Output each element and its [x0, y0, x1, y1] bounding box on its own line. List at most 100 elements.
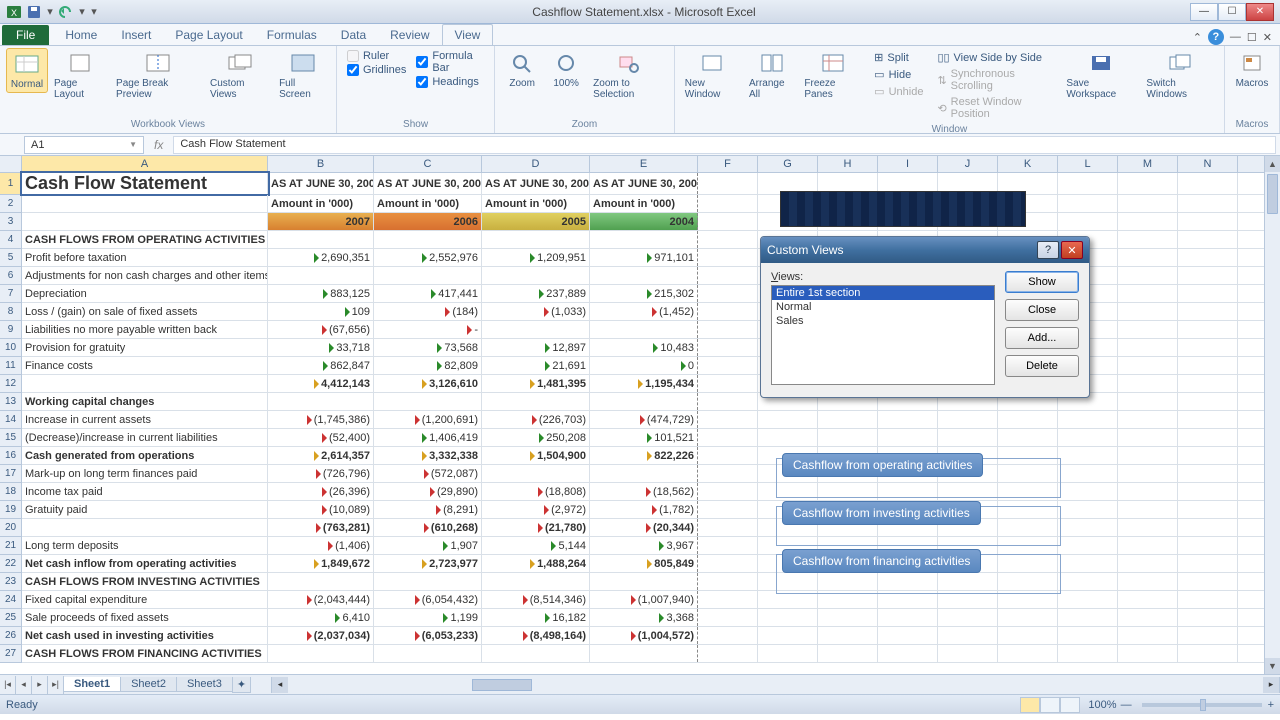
select-all-cell[interactable] — [0, 156, 22, 173]
minimize-button[interactable]: — — [1190, 3, 1218, 21]
horizontal-scrollbar[interactable]: ◂ ▸ — [271, 677, 1280, 693]
hscroll-thumb[interactable] — [472, 679, 532, 691]
tab-view[interactable]: View — [442, 24, 494, 45]
show-button[interactable]: Show — [1005, 271, 1079, 293]
add-button[interactable]: Add... — [1005, 327, 1079, 349]
ribbon: Normal Page Layout Page Break Preview Cu… — [0, 46, 1280, 134]
sheet-tab-2[interactable]: Sheet2 — [120, 677, 177, 692]
zoom-to-selection-button[interactable]: Zoom to Selection — [589, 48, 668, 102]
new-window-button[interactable]: New Window — [681, 48, 743, 102]
tab-insert[interactable]: Insert — [109, 25, 163, 45]
zoom-100-button[interactable]: 100% — [545, 48, 587, 91]
page-layout-view-icon[interactable] — [1040, 697, 1060, 713]
row-headers[interactable]: 1234567891011121314151617181920212223242… — [0, 173, 22, 674]
view-option-0[interactable]: Entire 1st section — [772, 286, 994, 300]
freeze-panes-button[interactable]: Freeze Panes — [800, 48, 866, 102]
shape-button-2[interactable]: Cashflow from investing activities — [782, 501, 981, 525]
qat-customize-icon[interactable]: ▾ — [90, 5, 98, 19]
status-bar: Ready 100% — + — [0, 694, 1280, 714]
zoom-slider[interactable] — [1142, 703, 1262, 707]
page-break-preview-button[interactable]: Page Break Preview — [112, 48, 204, 102]
vscroll-thumb[interactable] — [1267, 174, 1278, 214]
status-text: Ready — [6, 699, 38, 711]
group-window: New Window Arrange All Freeze Panes ⊞ Sp… — [675, 46, 1225, 133]
column-headers[interactable]: ABCDEFGHIJKLMN — [22, 156, 1280, 173]
custom-views-button[interactable]: Custom Views — [206, 48, 273, 102]
scroll-up-icon[interactable]: ▲ — [1265, 156, 1280, 172]
file-tab[interactable]: File — [2, 25, 49, 45]
save-icon[interactable] — [26, 4, 42, 20]
qat-dropdown-2[interactable]: ▾ — [78, 5, 86, 19]
dialog-titlebar[interactable]: Custom Views ? ✕ — [761, 237, 1089, 263]
tab-review[interactable]: Review — [378, 25, 441, 45]
vertical-scrollbar[interactable]: ▲ ▼ — [1264, 156, 1280, 674]
doc-close-icon[interactable]: ✕ — [1263, 31, 1272, 44]
excel-icon: X — [6, 4, 22, 20]
help-icon[interactable]: ? — [1208, 29, 1224, 45]
hide-button[interactable]: ▭ Hide — [872, 67, 925, 82]
view-option-2[interactable]: Sales — [772, 314, 994, 328]
tab-data[interactable]: Data — [329, 25, 378, 45]
views-label: Views: — [771, 271, 995, 283]
formula-bar: A1▼ fx Cash Flow Statement — [0, 134, 1280, 156]
minimize-ribbon-icon[interactable]: ⌃ — [1193, 31, 1202, 44]
normal-view-icon[interactable] — [1020, 697, 1040, 713]
doc-restore-icon[interactable]: ☐ — [1247, 31, 1257, 44]
tab-page-layout[interactable]: Page Layout — [163, 25, 254, 45]
sheet-tab-bar: |◂ ◂ ▸ ▸| Sheet1 Sheet2 Sheet3 ✦ ◂ ▸ — [0, 674, 1280, 694]
tab-home[interactable]: Home — [53, 25, 109, 45]
normal-view-button[interactable]: Normal — [6, 48, 48, 93]
delete-button[interactable]: Delete — [1005, 355, 1079, 377]
zoom-button[interactable]: Zoom — [501, 48, 543, 91]
page-layout-button[interactable]: Page Layout — [50, 48, 110, 102]
titlebar: X ▾ ▾ ▾ Cashflow Statement.xlsx - Micros… — [0, 0, 1280, 24]
chart-image — [780, 191, 1026, 227]
shape-button-1[interactable]: Cashflow from operating activities — [782, 453, 983, 477]
svg-text:X: X — [11, 8, 17, 18]
close-button[interactable]: ✕ — [1246, 3, 1274, 21]
macros-button[interactable]: Macros — [1231, 48, 1273, 91]
sheet-nav-last[interactable]: ▸| — [48, 676, 64, 694]
page-break-view-icon[interactable] — [1060, 697, 1080, 713]
formula-input[interactable]: Cash Flow Statement — [173, 136, 1276, 154]
doc-minimize-icon[interactable]: — — [1230, 31, 1241, 43]
sheet-nav-first[interactable]: |◂ — [0, 676, 16, 694]
view-side-by-side-button[interactable]: ▯▯ View Side by Side — [935, 50, 1056, 65]
dialog-help-button[interactable]: ? — [1037, 241, 1059, 259]
group-zoom: Zoom 100% Zoom to Selection Zoom — [495, 46, 675, 133]
group-workbook-views: Normal Page Layout Page Break Preview Cu… — [0, 46, 337, 133]
zoom-level[interactable]: 100% — [1088, 699, 1116, 711]
arrange-all-button[interactable]: Arrange All — [745, 48, 798, 102]
dialog-close-button[interactable]: ✕ — [1061, 241, 1083, 259]
zoom-out-icon[interactable]: — — [1121, 699, 1132, 711]
scroll-left-icon[interactable]: ◂ — [272, 677, 288, 693]
undo-icon[interactable] — [58, 4, 74, 20]
scroll-right-icon[interactable]: ▸ — [1263, 677, 1279, 693]
view-option-1[interactable]: Normal — [772, 300, 994, 314]
name-box[interactable]: A1▼ — [24, 136, 144, 154]
cells[interactable]: Cashflow from operating activities Cashf… — [22, 173, 1280, 674]
sheet-nav-prev[interactable]: ◂ — [16, 676, 32, 694]
gridlines-checkbox[interactable]: Gridlines — [347, 64, 406, 76]
ruler-checkbox[interactable]: Ruler — [347, 50, 406, 62]
shape-button-3[interactable]: Cashflow from financing activities — [782, 549, 981, 573]
sheet-nav-next[interactable]: ▸ — [32, 676, 48, 694]
views-listbox[interactable]: Entire 1st section Normal Sales — [771, 285, 995, 385]
insert-sheet-button[interactable]: ✦ — [232, 677, 251, 693]
save-workspace-button[interactable]: Save Workspace — [1062, 48, 1140, 102]
dialog-title: Custom Views — [767, 243, 843, 257]
switch-windows-button[interactable]: Switch Windows — [1142, 48, 1218, 102]
qat-dropdown-1[interactable]: ▾ — [46, 5, 54, 19]
sheet-tab-1[interactable]: Sheet1 — [63, 677, 121, 692]
close-button-dialog[interactable]: Close — [1005, 299, 1079, 321]
split-button[interactable]: ⊞ Split — [872, 50, 925, 65]
full-screen-button[interactable]: Full Screen — [275, 48, 330, 102]
zoom-in-icon[interactable]: + — [1268, 699, 1274, 711]
fx-icon[interactable]: fx — [144, 138, 173, 152]
headings-checkbox[interactable]: Headings — [416, 76, 484, 88]
formula-bar-checkbox[interactable]: Formula Bar — [416, 50, 484, 74]
scroll-down-icon[interactable]: ▼ — [1265, 658, 1280, 674]
maximize-button[interactable]: ☐ — [1218, 3, 1246, 21]
tab-formulas[interactable]: Formulas — [255, 25, 329, 45]
sheet-tab-3[interactable]: Sheet3 — [176, 677, 233, 692]
